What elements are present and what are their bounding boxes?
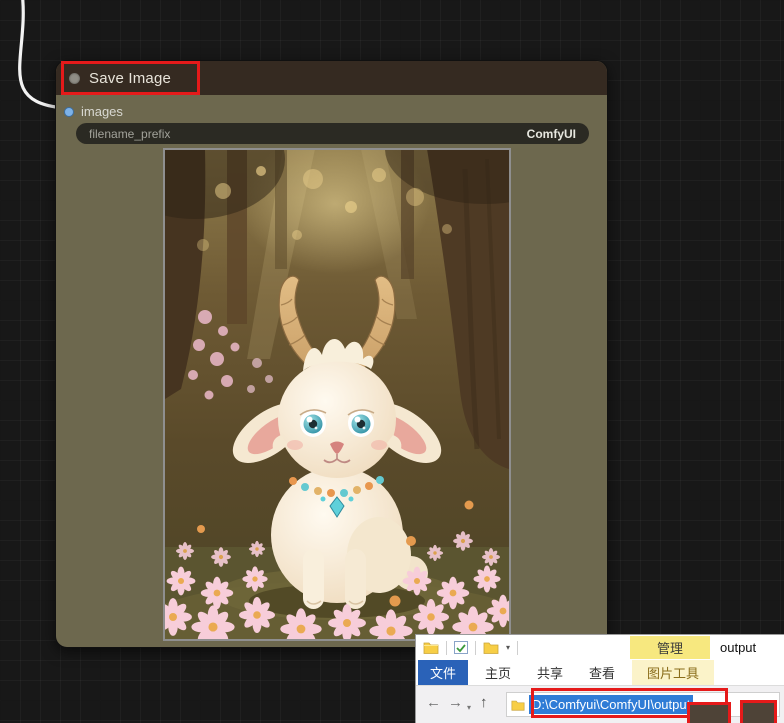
node-title-label: Save Image [89,69,172,87]
properties-check-icon[interactable] [454,641,468,654]
widget-label: filename_prefix [89,126,171,141]
file-explorer-window: ▾ 管理 output 文件 主页 共享 查看 图片工具 ← → ▾ ↑ D:\… [415,634,784,723]
images-input-row: images [64,104,123,119]
ribbon-tabs: 文件 主页 共享 查看 图片工具 [416,660,784,685]
tab-picture-tools[interactable]: 图片工具 [632,660,714,685]
forward-button[interactable]: → [448,693,463,713]
images-input-label: images [81,104,123,119]
tab-manage[interactable]: 管理 [630,636,710,659]
collapse-dot-icon[interactable] [69,72,80,84]
divider [517,640,519,655]
explorer-window-title: output [720,640,757,655]
node-title-bar[interactable]: Save Image [56,61,607,95]
tab-file[interactable]: 文件 [418,660,468,685]
address-toolbar: ← → ▾ ↑ D:\Comfyui\ComfyUI\output [416,685,784,723]
images-input-dot[interactable] [64,106,74,117]
tab-share[interactable]: 共享 [528,660,572,685]
up-button[interactable]: ↑ [480,693,488,713]
divider [446,640,447,655]
back-button[interactable]: ← [426,693,441,713]
filename-prefix-widget[interactable]: filename_prefix ComfyUI [76,123,589,144]
tab-view[interactable]: 查看 [580,660,624,685]
image-preview [163,148,511,641]
address-selected-text: D:\Comfyui\ComfyUI\output [529,695,694,714]
save-image-node[interactable]: Save Image images filename_prefix ComfyU… [55,60,608,648]
explorer-titlebar: ▾ 管理 output [416,635,784,660]
history-dropdown-icon[interactable]: ▾ [467,698,471,718]
address-bar[interactable]: D:\Comfyui\ComfyUI\output [506,692,780,717]
qat-dropdown-icon[interactable]: ▾ [506,643,510,652]
tab-home[interactable]: 主页 [476,660,520,685]
widget-value: ComfyUI [526,126,576,141]
divider [475,640,476,655]
comfyui-canvas: Save Image images filename_prefix ComfyU… [0,0,784,723]
new-folder-icon[interactable] [483,641,499,654]
address-folder-icon [511,699,525,711]
preview-illustration [165,150,509,639]
window-folder-icon[interactable] [423,641,439,654]
